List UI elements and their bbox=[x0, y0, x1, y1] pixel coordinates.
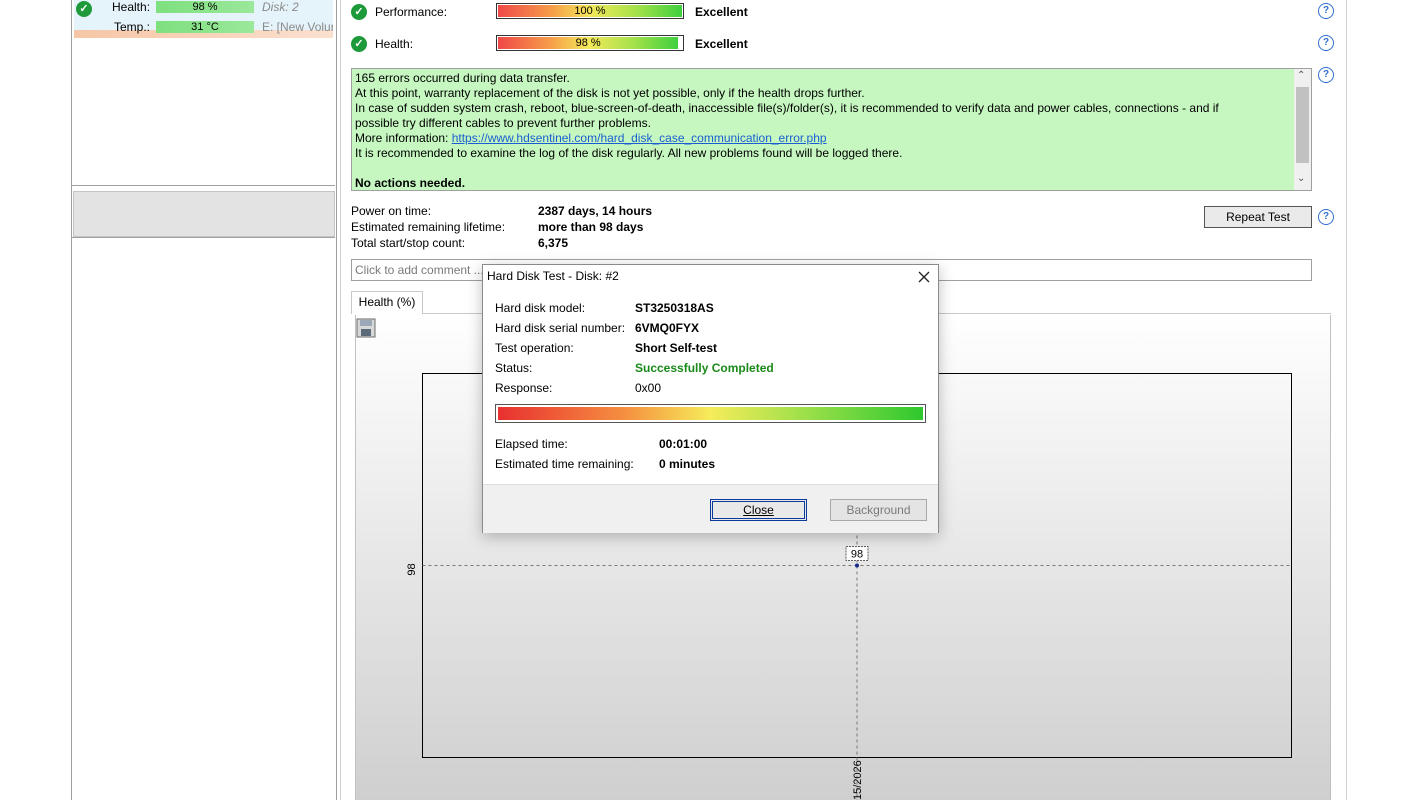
help-icon[interactable]: ? bbox=[1318, 35, 1334, 51]
performance-rating: Excellent bbox=[695, 5, 748, 19]
chart-x-tick-label: 15/2026 bbox=[852, 760, 864, 800]
remaining-label: Estimated time remaining: bbox=[495, 457, 634, 471]
divider bbox=[71, 185, 335, 186]
disk-number-label: Disk: 2 bbox=[262, 0, 299, 14]
health-bar-fill: 98 % bbox=[498, 37, 679, 49]
lifetime-value: more than 98 days bbox=[538, 220, 644, 234]
disk-health-label: Health: bbox=[112, 0, 151, 14]
startstop-label: Total start/stop count: bbox=[351, 236, 466, 250]
chart-data-label: 98 bbox=[851, 549, 863, 561]
response-label: Response: bbox=[495, 381, 553, 395]
help-icon[interactable]: ? bbox=[1318, 209, 1334, 225]
disk-volume-label: E: [New Volur bbox=[262, 20, 333, 34]
power-on-label: Power on time: bbox=[351, 204, 432, 218]
health-rating: Excellent bbox=[695, 37, 748, 51]
disk-health-bar: 98 % bbox=[156, 1, 254, 13]
startstop-value: 6,375 bbox=[538, 236, 569, 250]
more-info-link[interactable]: https://www.hdsentinel.com/hard_disk_cas… bbox=[452, 131, 827, 145]
dialog-title: Hard Disk Test - Disk: #2 bbox=[487, 269, 619, 283]
performance-bar-fill: 100 % bbox=[498, 5, 682, 17]
empty-disk-slot bbox=[73, 191, 335, 237]
message-line: At this point, warranty replacement of t… bbox=[355, 86, 865, 100]
power-on-value: 2387 days, 14 hours bbox=[538, 204, 653, 218]
scrollbar-thumb[interactable] bbox=[1296, 87, 1309, 163]
operation-value: Short Self-test bbox=[635, 341, 718, 355]
test-progress-bar bbox=[495, 404, 926, 423]
test-progress-fill bbox=[498, 407, 923, 420]
check-circle-icon: ✓ bbox=[76, 1, 92, 17]
status-value: Successfully Completed bbox=[635, 361, 774, 375]
tab-health[interactable]: Health (%) bbox=[351, 291, 423, 314]
close-button[interactable]: Close bbox=[710, 499, 807, 521]
divider bbox=[71, 237, 335, 238]
check-circle-icon: ✓ bbox=[351, 36, 367, 52]
performance-bar: 100 % bbox=[496, 3, 684, 19]
help-icon[interactable]: ? bbox=[1318, 3, 1334, 19]
elapsed-label: Elapsed time: bbox=[495, 437, 568, 451]
remaining-value: 0 minutes bbox=[659, 457, 716, 471]
lifetime-label: Estimated remaining lifetime: bbox=[351, 220, 506, 234]
performance-label: Performance: bbox=[375, 5, 448, 19]
chart-data-point bbox=[855, 563, 859, 568]
message-line: It is recommended to examine the log of … bbox=[355, 146, 903, 160]
elapsed-value: 00:01:00 bbox=[659, 437, 708, 451]
dialog-footer: Close Background bbox=[483, 484, 938, 533]
model-label: Hard disk model: bbox=[495, 301, 586, 315]
message-line: In case of sudden system crash, reboot, … bbox=[355, 101, 1219, 115]
more-info-line: More information: https://www.hdsentinel… bbox=[355, 131, 827, 145]
message-line: 165 errors occurred during data transfer… bbox=[355, 71, 570, 85]
response-value: 0x00 bbox=[635, 381, 662, 395]
save-icon[interactable] bbox=[356, 318, 376, 338]
serial-label: Hard disk serial number: bbox=[495, 321, 626, 335]
disk-temp-bar: 31 °C bbox=[156, 21, 254, 33]
message-line: possible try different cables to prevent… bbox=[355, 116, 651, 130]
disk-list-panel bbox=[71, 0, 337, 800]
health-bar: 98 % bbox=[496, 35, 684, 51]
chart-y-tick-label: 98 bbox=[406, 563, 418, 575]
hard-disk-test-dialog: Hard Disk Test - Disk: #2 Hard disk mode… bbox=[482, 264, 939, 533]
scroll-down-icon[interactable]: ⌄ bbox=[1297, 173, 1305, 184]
health-label: Health: bbox=[375, 37, 414, 51]
background-button[interactable]: Background bbox=[830, 499, 927, 521]
more-info-label: More information: bbox=[355, 131, 452, 145]
scroll-up-icon[interactable]: ⌃ bbox=[1297, 70, 1305, 81]
message-scrollbar[interactable]: ⌃ ⌄ bbox=[1294, 69, 1311, 190]
serial-value: 6VMQ0FYX bbox=[635, 321, 700, 335]
disk-temp-label: Temp.: bbox=[114, 20, 151, 34]
main-panel-border bbox=[340, 0, 341, 800]
help-icon[interactable]: ? bbox=[1318, 67, 1334, 83]
main-panel-border bbox=[1346, 0, 1347, 800]
close-icon[interactable] bbox=[916, 269, 932, 285]
check-circle-icon: ✓ bbox=[351, 4, 367, 20]
message-line: No actions needed. bbox=[355, 176, 466, 190]
repeat-test-button[interactable]: Repeat Test bbox=[1204, 206, 1312, 228]
status-label: Status: bbox=[495, 361, 533, 375]
status-message-box: 165 errors occurred during data transfer… bbox=[351, 68, 1312, 191]
operation-label: Test operation: bbox=[495, 341, 574, 355]
model-value: ST3250318AS bbox=[635, 301, 714, 315]
